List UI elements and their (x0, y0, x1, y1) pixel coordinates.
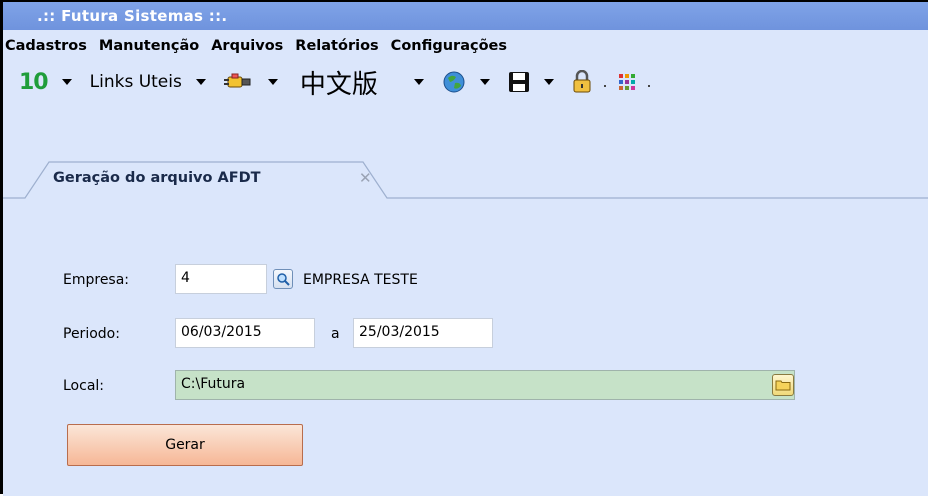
menu-manutencao[interactable]: Manutenção (99, 38, 199, 54)
globe-button[interactable] (442, 70, 508, 94)
periodo-separator: a (331, 326, 340, 342)
chevron-down-icon[interactable] (413, 79, 424, 85)
lock-button[interactable] (572, 70, 618, 94)
apps-button[interactable] (618, 73, 662, 91)
empresa-label: Empresa: (63, 272, 130, 288)
menu-configuracoes[interactable]: Configurações (391, 38, 507, 54)
links-uteis-button[interactable]: Links Uteis (90, 72, 224, 92)
gerar-button[interactable]: Gerar (67, 424, 303, 466)
menu-relatorios[interactable]: Relatórios (295, 38, 378, 54)
tab-title: Geração do arquivo AFDT (53, 170, 261, 186)
floppy-disk-icon (508, 72, 529, 92)
chevron-down-icon[interactable] (479, 79, 490, 85)
language-label: 中文版 (299, 69, 378, 100)
save-button[interactable] (508, 71, 572, 93)
plugin-button[interactable] (223, 70, 296, 94)
menu-bar: Cadastros Manutenção Arquivos Relatórios… (3, 30, 928, 62)
chevron-down-icon[interactable] (267, 79, 278, 85)
version-10-icon: 10 (19, 69, 49, 95)
version-button[interactable]: 10 (19, 70, 90, 95)
menu-arquivos[interactable]: Arquivos (211, 38, 283, 54)
close-icon[interactable]: ✕ (359, 169, 372, 187)
empresa-input[interactable]: 4 (175, 264, 267, 294)
globe-icon (443, 71, 465, 93)
periodo-end-input[interactable]: 25/03/2015 (353, 318, 493, 348)
chevron-down-icon[interactable] (195, 79, 206, 85)
chevron-down-icon[interactable] (61, 79, 72, 85)
periodo-start-input[interactable]: 06/03/2015 (175, 318, 315, 348)
separator-dot (603, 85, 606, 87)
language-button[interactable]: 中文版 (296, 64, 442, 101)
tab-strip: Geração do arquivo AFDT ✕ (3, 102, 928, 210)
app-title: .:: Futura Sistemas ::. (37, 7, 228, 25)
color-grid-icon (618, 74, 635, 90)
search-icon (277, 273, 290, 286)
gerar-label: Gerar (165, 437, 205, 453)
local-path-input[interactable]: C:\Futura (175, 370, 795, 400)
lock-icon (573, 70, 591, 93)
toolbar: 10 Links Uteis 中文版 (3, 62, 928, 102)
periodo-label: Periodo: (63, 326, 120, 342)
chevron-down-icon[interactable] (543, 79, 554, 85)
local-label: Local: (63, 378, 105, 394)
main-window: .:: Futura Sistemas ::. Cadastros Manute… (0, 0, 928, 496)
browse-folder-button[interactable] (772, 374, 794, 396)
folder-icon (775, 380, 791, 391)
separator-dot (647, 85, 650, 87)
tab-geracao-afdt[interactable]: Geração do arquivo AFDT ✕ (25, 160, 385, 198)
plug-icon (223, 73, 251, 88)
links-uteis-label: Links Uteis (89, 72, 182, 92)
menu-cadastros[interactable]: Cadastros (5, 38, 87, 54)
empresa-name: EMPRESA TESTE (303, 272, 418, 288)
title-bar: .:: Futura Sistemas ::. (3, 2, 928, 30)
search-button[interactable] (273, 269, 293, 289)
